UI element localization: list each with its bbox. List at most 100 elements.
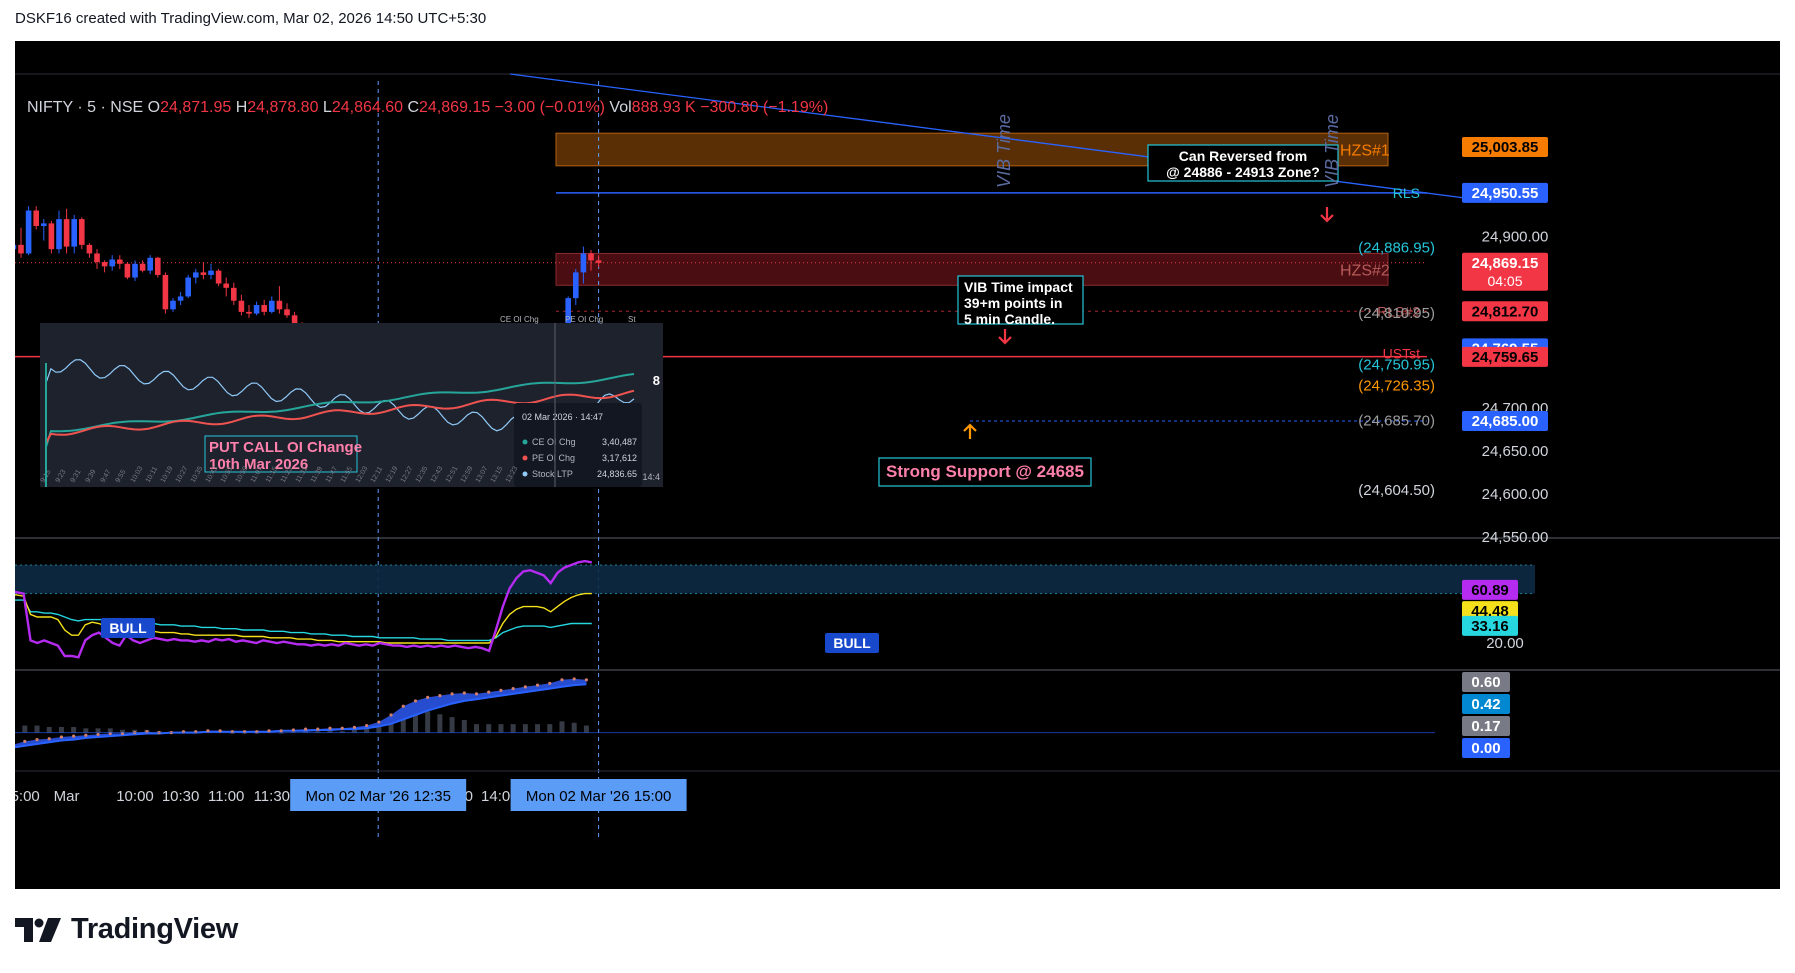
macd-badge-text-2: 0.42 [1471, 696, 1500, 713]
macd-point [389, 713, 393, 717]
macd-point [303, 727, 308, 731]
candle-body [15, 244, 17, 250]
rls-label: RLS [1393, 185, 1420, 201]
candle-body [41, 223, 47, 226]
vib-time-label-1: VIB Time [994, 114, 1014, 188]
macd-badge-text-1: 0.60 [1471, 674, 1500, 691]
legend-volume-label: Vol [609, 99, 632, 116]
price-note-2: (24,810.95) [1358, 305, 1435, 322]
macd-histogram-bar [449, 717, 455, 733]
macd-point [340, 726, 344, 730]
candle-body [109, 259, 115, 267]
macd-point [560, 678, 564, 682]
macd-point [584, 678, 588, 682]
macd-point [401, 704, 405, 708]
macd-point [316, 727, 320, 731]
candle-body [580, 253, 587, 273]
macd-point [450, 692, 454, 696]
macd-point [413, 699, 418, 703]
candle-body [246, 311, 252, 314]
legend-volume: 888.93 K [631, 99, 696, 116]
price-tick-label: 24,650.00 [1482, 443, 1549, 460]
candle-body [155, 257, 161, 275]
macd-point [438, 694, 442, 698]
macd-point [328, 726, 332, 730]
tradingview-logo: TradingView [15, 913, 238, 946]
inset-legend-pe: PE OI Chg [565, 315, 603, 324]
price-tick-label: 24,600.00 [1482, 486, 1549, 503]
note-strong-support-line: Strong Support @ 24685 [886, 462, 1084, 481]
inset-legend-stock: St [628, 315, 636, 324]
chart-svg[interactable]: HZS#1HZS#2RLSUSTstRLS#2Can Reversed from… [15, 41, 1780, 889]
macd-point [279, 729, 283, 733]
candle-body [269, 300, 275, 312]
candle-body [215, 270, 222, 284]
candle-body [170, 300, 176, 310]
candle-body [18, 244, 24, 254]
macd-point [426, 695, 430, 700]
candle-body [595, 260, 602, 263]
note-vib-impact-line: 39+m points in [964, 295, 1062, 311]
candle-body [33, 210, 39, 226]
candle-body [132, 263, 138, 278]
candle-body [86, 244, 93, 254]
inset-tooltip-value: 3,17,612 [602, 453, 637, 463]
chart-header: DSKF16 created with TradingView.com, Mar… [15, 10, 487, 27]
price-level-text-3: 24,869.15 [1472, 255, 1539, 272]
macd-histogram-bar [474, 724, 480, 733]
macd-point [23, 739, 27, 744]
inset-tooltip-value: 24,836.65 [597, 469, 637, 479]
macd-point [462, 691, 466, 695]
vib-time-label-2: VIB Time [1322, 114, 1342, 188]
legend-open-label: O [147, 99, 161, 116]
macd-point [218, 729, 222, 733]
time-axis-label: 11:00 [208, 788, 244, 805]
macd-histogram-bar [83, 728, 89, 733]
price-note-4: (24,726.35) [1358, 377, 1435, 394]
candle-body [185, 277, 191, 297]
macd-point [35, 738, 39, 742]
macd-histogram-bar [571, 722, 577, 733]
inset-value-label: 8 [653, 373, 660, 388]
price-level-text-6: 24,759.65 [1472, 349, 1539, 366]
candle-body [101, 262, 108, 267]
macd-histogram-bar [58, 726, 64, 733]
candle-body [94, 253, 100, 263]
macd-point [267, 729, 271, 733]
candle-body [63, 219, 70, 247]
candle-body [117, 259, 123, 264]
note-vib-impact-line: VIB Time impact [964, 279, 1073, 295]
price-note-1: (24,886.95) [1358, 239, 1435, 256]
legend-open: 24,871.95 [160, 99, 232, 116]
macd-point [206, 729, 210, 733]
price-level-text-7: 24,685.00 [1472, 413, 1539, 430]
macd-histogram-bar [425, 711, 431, 733]
price-level-countdown: 04:05 [1487, 273, 1522, 289]
macd-point [291, 728, 295, 732]
macd-histogram-bar [71, 726, 77, 733]
note-strong-support: Strong Support @ 24685 [878, 457, 1092, 487]
symbol-legend: NIFTY · 5 · NSE O24,871.95 H24,878.80 L2… [27, 99, 828, 117]
macd-histogram-bar [22, 725, 28, 733]
candle-body [588, 253, 594, 261]
macd-point [72, 734, 76, 738]
candle-body [223, 283, 229, 288]
macd-point [572, 677, 576, 681]
time-axis-label: 10:30 [162, 788, 200, 805]
inset-tooltip-name: Stock LTP [532, 469, 573, 479]
macd-histogram-bar [34, 725, 40, 733]
inset-edge-label: 14:4 [642, 472, 660, 482]
price-tick-label: 24,900.00 [1482, 228, 1549, 245]
candle-body [573, 272, 579, 299]
macd-point [499, 688, 503, 692]
legend-low: 24,864.60 [331, 99, 404, 116]
candle-body [253, 305, 260, 314]
zone-label-2: HZS#2 [1340, 262, 1390, 279]
legend-change: −3.00 (−0.01%) [494, 99, 605, 116]
bull-badge-text-2: BULL [833, 635, 871, 651]
chart-frame[interactable]: HZS#1 HZS#2 RLS USTst RLS#2 Can Reversed from… [15, 41, 1780, 889]
candle-body [139, 263, 146, 271]
price-tick-label: 24,550.00 [1482, 529, 1549, 546]
candle-body [193, 272, 199, 278]
macd-point [96, 732, 100, 736]
